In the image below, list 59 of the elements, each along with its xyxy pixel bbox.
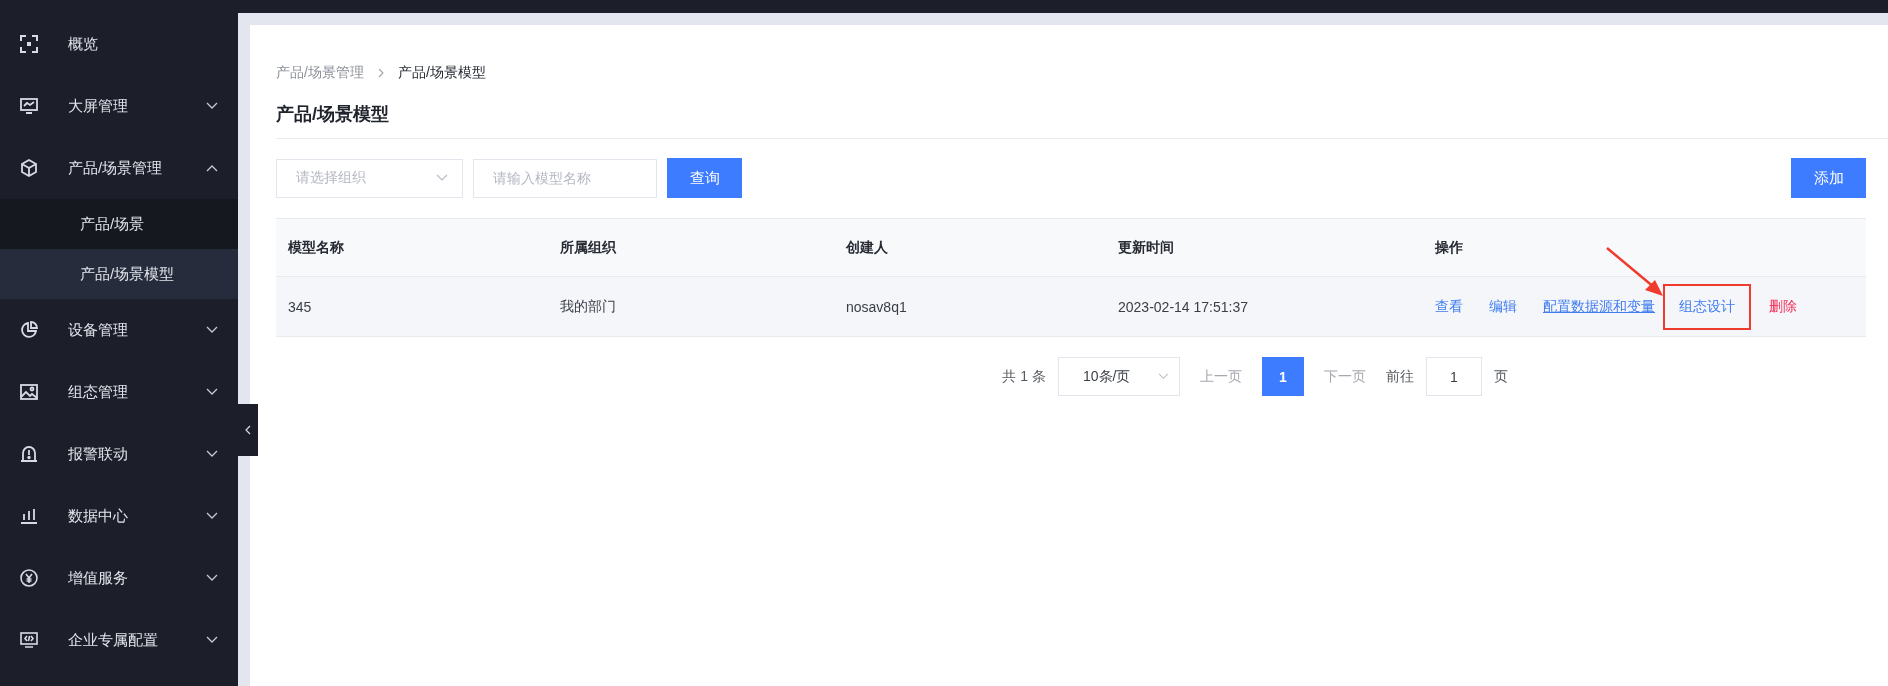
alarm-icon [19,444,39,464]
chevron-down-icon [436,174,448,182]
page-title: 产品/场景模型 [276,102,1888,139]
chevron-down-icon [206,636,218,644]
menu-item[interactable]: 概览 [0,13,238,75]
table-cell-text: 我的部门 [560,297,617,316]
menu-item[interactable]: 组态管理 [0,361,238,423]
submenu-item[interactable]: 产品/场景 [0,199,238,249]
column-header: 模型名称 [288,238,345,257]
table-cell-text: 2023-02-14 17:51:37 [1118,298,1249,315]
cube-icon [19,158,39,178]
page-suffix: 页 [1494,367,1508,386]
pie-chart-icon [19,320,39,340]
chevron-up-icon [206,164,218,172]
chevron-down-icon [206,512,218,520]
monitor-icon [19,96,39,116]
submenu-item[interactable]: 产品/场景模型 [0,249,238,299]
action-link[interactable]: 查看 [1435,297,1463,316]
chevron-right-icon [377,68,384,78]
column-header: 操作 [1435,238,1464,257]
menu-item[interactable]: 企业专属配置 [0,609,238,671]
add-button[interactable]: 添加 [1791,158,1866,198]
chevron-down-icon [206,450,218,458]
chevron-down-icon [206,574,218,582]
image-icon [19,382,39,402]
model-name-field[interactable]: 请输入模型名称 [473,158,657,198]
action-link[interactable]: 编辑 [1489,297,1517,316]
menu-item[interactable]: 产品/场景管理 [0,137,238,199]
action-link[interactable]: 组态设计 [1665,285,1749,328]
page-number[interactable]: 1 [1262,357,1304,396]
chevron-down-icon [206,102,218,110]
chevron-left-icon [245,425,251,435]
bar-chart-icon [19,506,39,526]
column-header: 更新时间 [1118,238,1175,257]
column-header: 创建人 [846,238,889,257]
menu-item[interactable]: 设备管理 [0,299,238,361]
collapse-tab[interactable] [238,404,258,456]
annotation-arrow [1605,246,1665,299]
yen-coin-icon [19,568,39,588]
chevron-down-icon [206,388,218,396]
table-cell-text: 345 [288,298,313,315]
menu-item[interactable]: 数据中心 [0,485,238,547]
column-header: 所属组织 [560,238,617,257]
breadcrumb-item: 产品/场景模型 [397,64,486,82]
menu-item[interactable]: 报警联动 [0,423,238,485]
total-count: 共 1 条 [1002,367,1046,386]
goto-page-field[interactable]: 1 [1426,357,1482,396]
chevron-down-icon [206,326,218,334]
code-monitor-icon [19,630,39,650]
action-link[interactable]: 配置数据源和变量 [1543,297,1655,316]
chevron-down-icon [1158,373,1169,380]
goto-label: 前往 [1386,367,1414,386]
menu-item[interactable]: 增值服务 [0,547,238,609]
menu-item[interactable]: 大屏管理 [0,75,238,137]
action-link[interactable]: 删除 [1769,297,1797,316]
page-size-select[interactable]: 10条/页 [1058,357,1180,396]
query-button[interactable]: 查询 [667,158,742,198]
scan-frame-icon [19,34,39,54]
table-cell-text: nosav8q1 [846,298,908,315]
